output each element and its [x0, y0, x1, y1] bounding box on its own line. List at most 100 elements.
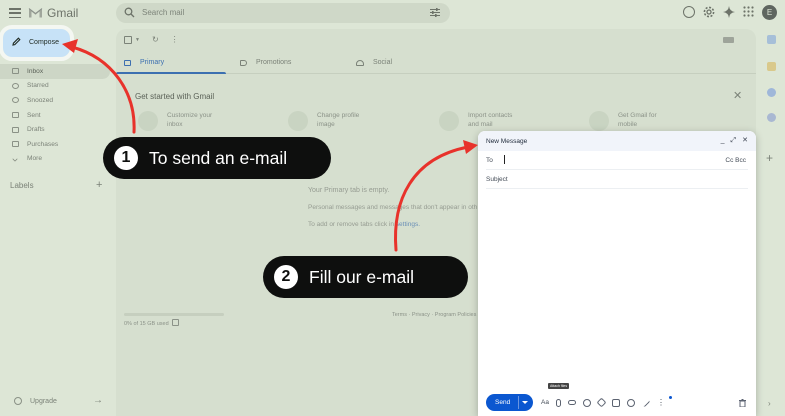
- tag-icon: [12, 141, 19, 148]
- to-field[interactable]: To Cc Bcc: [486, 151, 748, 170]
- close-icon[interactable]: ✕: [733, 89, 742, 102]
- add-person-icon: [439, 111, 459, 131]
- step-text: To send an e-mail: [149, 147, 288, 168]
- clock-icon: [12, 97, 19, 104]
- sidebar-item-label: More: [27, 155, 43, 163]
- sidebar-item-starred[interactable]: Starred: [0, 79, 110, 94]
- account-avatar[interactable]: E: [762, 5, 777, 20]
- step-text: Fill our e-mail: [309, 266, 415, 287]
- keep-icon[interactable]: [767, 62, 776, 71]
- tab-label: Primary: [140, 59, 165, 66]
- close-icon[interactable]: ✕: [742, 137, 748, 144]
- text-cursor: [504, 155, 505, 164]
- sidebar-item-drafts[interactable]: Drafts: [0, 122, 110, 137]
- pencil-icon: [12, 37, 21, 46]
- storage-usage: 0% of 15 GB used: [124, 321, 169, 327]
- drive-icon[interactable]: [596, 397, 607, 408]
- inbox-icon: [124, 59, 131, 66]
- minimize-icon[interactable]: _: [721, 137, 725, 144]
- people-icon: [356, 59, 364, 66]
- sidebar-nav: Inbox Starred Snoozed Sent Drafts Purcha…: [0, 64, 110, 166]
- signature-icon[interactable]: [641, 398, 651, 407]
- get-started-title: Get started with Gmail: [135, 92, 215, 101]
- more-options-icon[interactable]: ⋮: [171, 35, 179, 44]
- search-bar[interactable]: Search mail: [116, 3, 450, 23]
- draft-icon: [12, 126, 19, 133]
- phone-icon: [589, 111, 609, 131]
- cc-bcc-link[interactable]: Cc Bcc: [725, 157, 746, 164]
- subject-field[interactable]: Subject: [486, 170, 748, 189]
- sidebar-item-sent[interactable]: Sent: [0, 108, 110, 123]
- gemini-icon[interactable]: [723, 6, 735, 18]
- expand-icon[interactable]: ⤢: [731, 137, 737, 144]
- send-options-icon[interactable]: [522, 401, 528, 404]
- select-all-checkbox[interactable]: [124, 35, 132, 44]
- card-line: Import contacts: [468, 112, 513, 119]
- card-line: mobile: [618, 121, 638, 128]
- emoji-icon[interactable]: [582, 398, 591, 407]
- compose-label: Compose: [29, 39, 59, 46]
- search-icon[interactable]: [124, 7, 135, 18]
- attach-icon[interactable]: [555, 398, 561, 407]
- formatting-options-button[interactable]: Aa: [541, 399, 549, 406]
- inbox-toolbar: ▼ ↻ ⋮: [124, 35, 179, 44]
- empty-state-text: Personal messages and messages that don'…: [308, 204, 478, 211]
- contacts-icon[interactable]: [767, 113, 776, 122]
- refresh-icon[interactable]: ↻: [152, 35, 159, 44]
- tab-promotions[interactable]: Promotions: [240, 59, 291, 66]
- more-options-icon[interactable]: ⋮: [657, 398, 665, 407]
- compose-button[interactable]: Compose: [0, 25, 74, 61]
- sidebar-item-purchases[interactable]: Purchases: [0, 137, 110, 152]
- chevron-right-icon[interactable]: ›: [768, 399, 771, 408]
- link-icon[interactable]: [567, 400, 576, 405]
- confidential-lock-icon[interactable]: [626, 398, 635, 407]
- subject-placeholder: Subject: [486, 176, 508, 183]
- trash-icon[interactable]: [739, 399, 746, 407]
- search-input[interactable]: Search mail: [142, 8, 184, 17]
- step-number: 2: [274, 265, 298, 289]
- upgrade-button[interactable]: Upgrade: [14, 397, 57, 405]
- settings-link[interactable]: settings.: [396, 221, 420, 228]
- add-label-icon[interactable]: +: [96, 179, 102, 191]
- keyboard-icon[interactable]: [723, 37, 734, 43]
- category-tabs: Primary Promotions Social: [116, 52, 756, 74]
- chevron-down-icon[interactable]: ▼: [135, 37, 140, 43]
- support-icon[interactable]: [683, 6, 695, 18]
- apps-grid-icon[interactable]: [743, 6, 754, 17]
- calendar-icon[interactable]: [767, 35, 776, 44]
- sidebar-item-snoozed[interactable]: Snoozed: [0, 93, 110, 108]
- photo-icon[interactable]: [611, 398, 620, 407]
- compose-window: New Message _ ⤢ ✕ To Cc Bcc Subject Send…: [478, 131, 756, 416]
- callout-step-1: 1 To send an e-mail: [103, 137, 331, 179]
- sidebar-item-label: Inbox: [27, 67, 44, 75]
- tasks-icon[interactable]: [767, 88, 776, 97]
- empty-state-hint: To add or remove tabs click in settings.: [308, 221, 420, 228]
- get-started-card-profile[interactable]: Change profile image: [288, 111, 387, 131]
- tooltip: Attach files: [548, 383, 570, 389]
- main-menu-icon[interactable]: [9, 8, 21, 18]
- card-line: inbox: [167, 121, 183, 128]
- external-link-icon[interactable]: [172, 319, 179, 326]
- sidebar-item-more[interactable]: More: [0, 152, 110, 167]
- notification-dot: [669, 396, 672, 399]
- card-line: Get Gmail for: [618, 112, 657, 119]
- labels-heading: Labels: [10, 181, 34, 190]
- callout-step-2: 2 Fill our e-mail: [263, 256, 468, 298]
- tab-label: Social: [373, 59, 393, 66]
- get-started-card-mobile[interactable]: Get Gmail for mobile: [589, 111, 688, 131]
- get-started-card-import[interactable]: Import contacts and mail: [439, 111, 538, 131]
- add-addon-icon[interactable]: +: [766, 151, 773, 165]
- message-body[interactable]: [486, 191, 748, 386]
- sidebar-item-label: Drafts: [27, 126, 45, 134]
- send-button[interactable]: Send: [486, 394, 533, 411]
- profile-icon: [288, 111, 308, 131]
- footer-links[interactable]: Terms · Privacy · Program Policies: [392, 312, 476, 318]
- tab-social[interactable]: Social: [356, 59, 392, 66]
- get-started-card-customize[interactable]: Customize your inbox: [138, 111, 237, 131]
- sidebar-item-inbox[interactable]: Inbox: [0, 64, 110, 79]
- arrow-right-icon[interactable]: →: [93, 395, 103, 406]
- step-number: 1: [114, 146, 138, 170]
- settings-icon[interactable]: [703, 6, 715, 18]
- search-options-icon[interactable]: [430, 8, 440, 17]
- tab-primary[interactable]: Primary: [124, 59, 164, 66]
